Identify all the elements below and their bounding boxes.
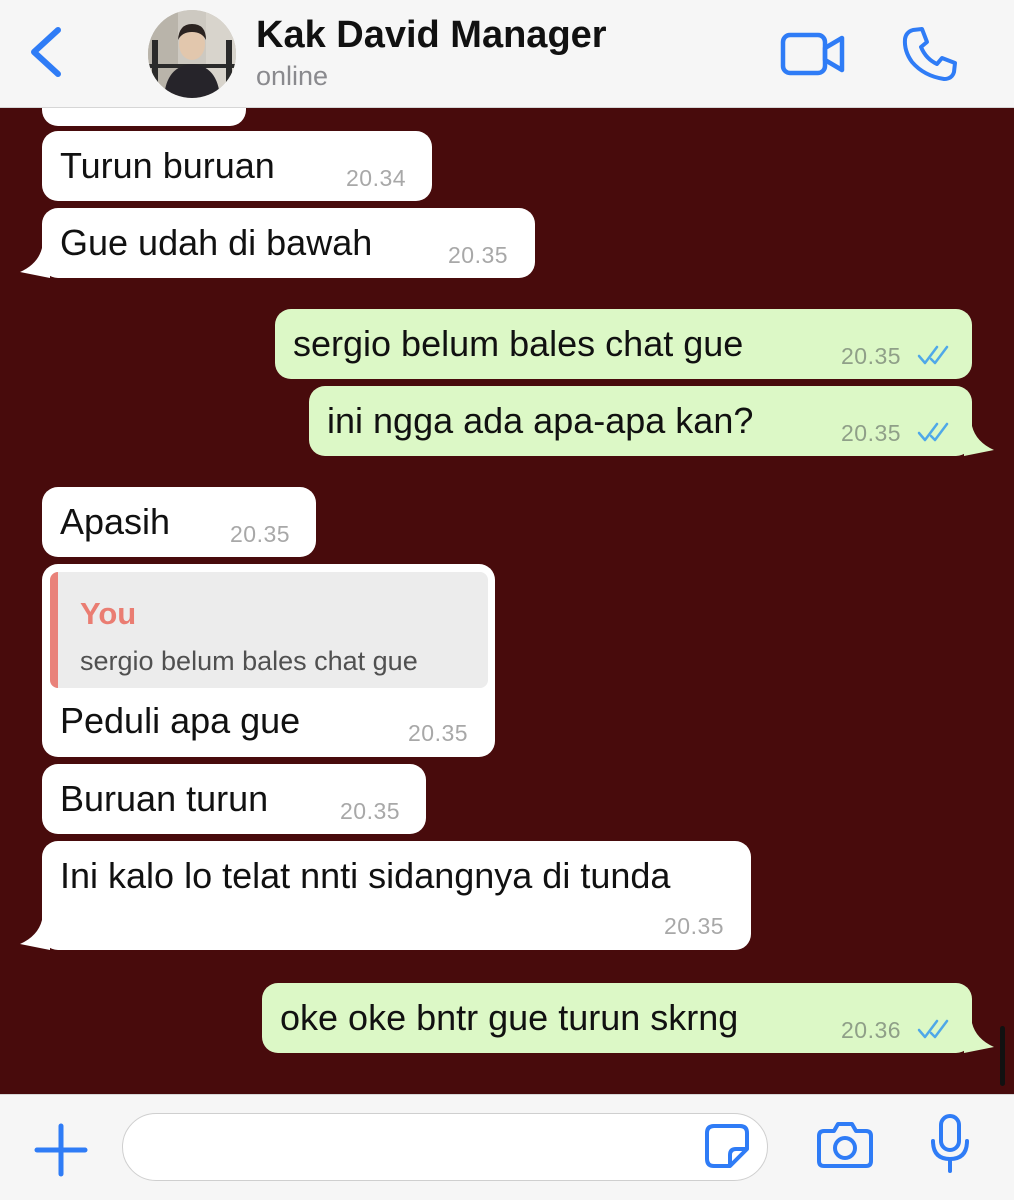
bubble-tail	[964, 426, 994, 456]
message-bubble-incoming-reply[interactable]: You sergio belum bales chat gue Peduli a…	[42, 564, 495, 757]
bubble-tail	[20, 920, 50, 950]
video-call-button[interactable]	[780, 28, 846, 80]
message-time: 20.34	[346, 165, 407, 191]
bubble-tail	[964, 1023, 994, 1053]
quoted-author: You	[80, 596, 137, 631]
message-text: Gue udah di bawah	[60, 222, 373, 263]
contact-status: online	[256, 61, 329, 91]
chat-header: Kak David Manager online	[0, 0, 1014, 108]
read-receipt-icon	[917, 345, 949, 365]
chat-screen: Kak David Manager online Turun buruan 20…	[0, 0, 1014, 1200]
message-bubble-outgoing[interactable]: oke oke bntr gue turun skrng 20.36	[262, 983, 994, 1053]
camera-icon	[817, 1122, 873, 1168]
chevron-left-icon	[31, 27, 61, 77]
message-text: Ini kalo lo telat nnti sidangnya di tund…	[60, 855, 671, 896]
message-bubble-incoming[interactable]: Ini kalo lo telat nnti sidangnya di tund…	[20, 841, 751, 950]
message-text: Buruan turun	[60, 778, 269, 819]
message-time: 20.35	[841, 420, 902, 446]
message-time: 20.35	[230, 521, 291, 547]
scrollbar[interactable]	[1000, 1026, 1005, 1086]
message-time: 20.35	[841, 343, 902, 369]
message-time: 20.35	[408, 720, 469, 746]
message-time: 20.35	[340, 798, 401, 824]
microphone-icon	[931, 1114, 969, 1173]
camera-button[interactable]	[816, 1119, 874, 1169]
quoted-text: sergio belum bales chat gue	[80, 646, 418, 676]
message-text: Turun buruan	[60, 145, 275, 186]
read-receipt-icon	[917, 1019, 949, 1039]
message-bubble-outgoing[interactable]: sergio belum bales chat gue 20.35	[275, 309, 972, 379]
plus-icon	[34, 1123, 88, 1177]
avatar[interactable]	[148, 10, 236, 98]
message-bubble-outgoing[interactable]: ini ngga ada apa-apa kan? 20.35	[309, 386, 994, 456]
message-text: Peduli apa gue	[60, 700, 301, 741]
quote-bar	[50, 572, 58, 688]
message-bubble-incoming[interactable]: Gue udah di bawah 20.35	[20, 208, 535, 278]
message-bubble-incoming[interactable]: Buruan turun 20.35	[42, 764, 426, 834]
message-bubble-incoming[interactable]: Turun buruan 20.34	[42, 131, 432, 201]
quoted-message[interactable]: You sergio belum bales chat gue	[50, 572, 488, 688]
read-receipt-icon	[917, 422, 949, 442]
message-time: 20.36	[841, 1017, 902, 1043]
message-text: oke oke bntr gue turun skrng	[280, 997, 739, 1038]
message-input[interactable]	[122, 1113, 768, 1181]
phone-icon	[902, 27, 957, 81]
sticker-icon	[705, 1124, 749, 1168]
voice-call-button[interactable]	[900, 24, 960, 84]
back-button[interactable]	[28, 22, 68, 82]
microphone-button[interactable]	[928, 1113, 972, 1175]
message-composer	[0, 1094, 1014, 1200]
message-time: 20.35	[448, 242, 509, 268]
contact-name[interactable]: Kak David Manager	[256, 14, 607, 57]
message-bubble-incoming[interactable]: Apasih 20.35	[42, 487, 316, 557]
bubble-tail	[20, 248, 50, 278]
attach-button[interactable]	[34, 1123, 88, 1177]
sticker-button[interactable]	[704, 1123, 750, 1169]
message-text: Apasih	[60, 501, 171, 542]
message-text: ini ngga ada apa-apa kan?	[327, 400, 754, 441]
video-camera-icon	[780, 32, 845, 76]
message-text: sergio belum bales chat gue	[293, 323, 744, 364]
message-time: 20.35	[664, 913, 725, 939]
avatar-photo	[148, 10, 236, 98]
